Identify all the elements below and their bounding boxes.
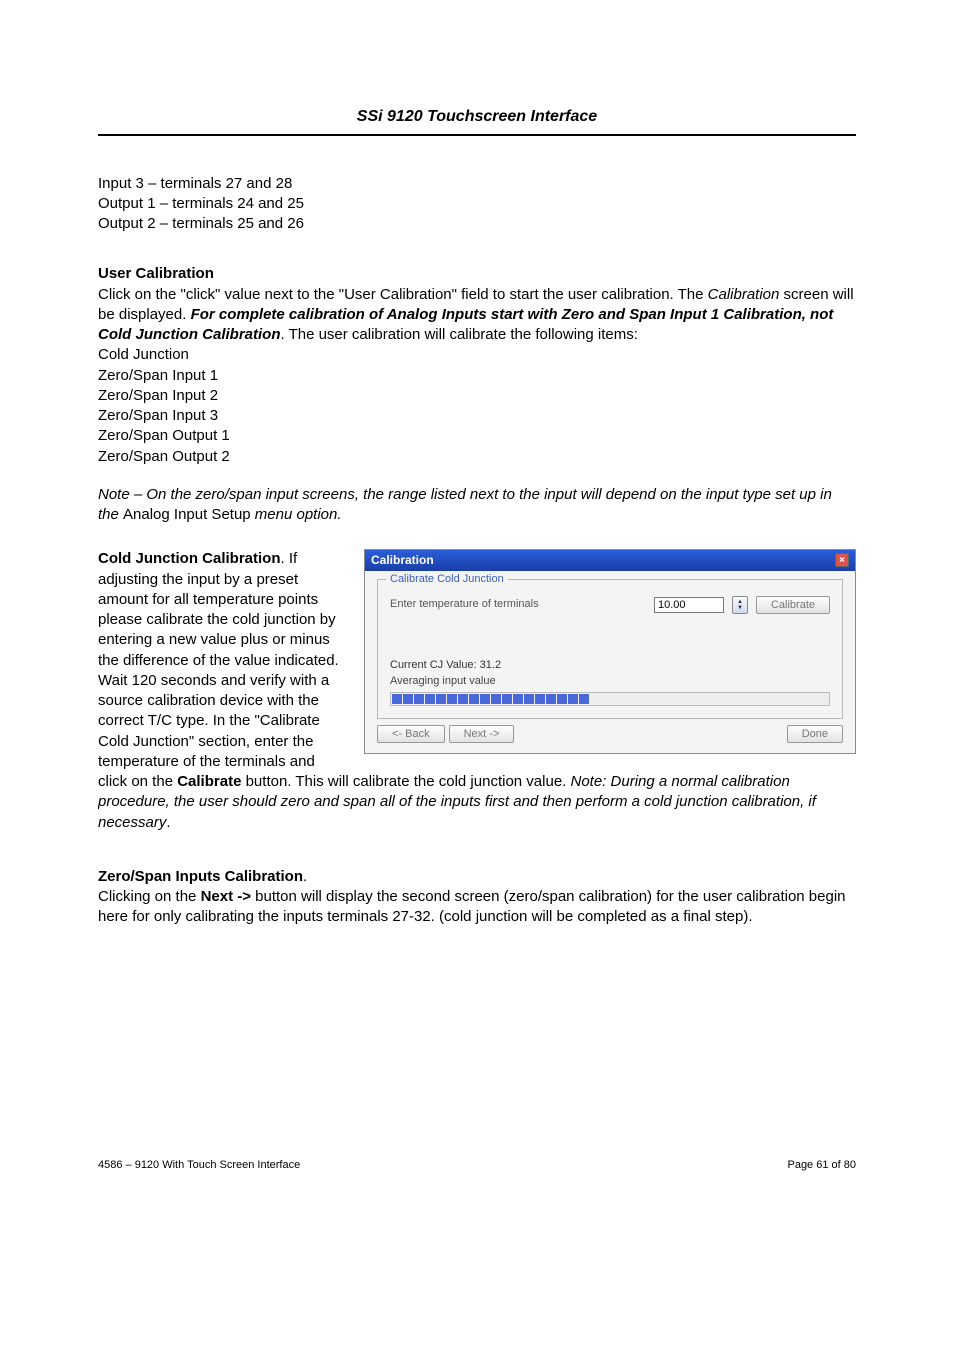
note1-period: . xyxy=(337,506,341,523)
done-button[interactable]: Done xyxy=(787,725,843,743)
zs-next-word: Next -> xyxy=(201,888,251,905)
header-rule xyxy=(98,134,856,136)
uc-p1a: Click on the "click" value next to the "… xyxy=(98,286,708,303)
cj-wrap-text: If adjusting the input by a preset amoun… xyxy=(98,550,339,709)
user-calibration-heading: User Calibration xyxy=(98,264,856,284)
note1-c: menu option xyxy=(251,506,338,523)
zero-span-section: Zero/Span Inputs Calibration. Clicking o… xyxy=(98,867,856,928)
page-footer: 4586 – 9120 With Touch Screen Interface … xyxy=(98,1158,856,1173)
calibrate-button[interactable]: Calibrate xyxy=(756,596,830,614)
uc-p1e: . The user calibration will calibrate th… xyxy=(281,326,638,343)
note-1: Note – On the zero/span input screens, t… xyxy=(98,485,856,526)
dialog-body: Calibrate Cold Junction Enter temperatur… xyxy=(365,571,855,754)
zs-period: . xyxy=(303,868,307,885)
dialog-title: Calibration xyxy=(371,552,434,568)
dialog-button-row: <- Back Next -> Done xyxy=(377,725,843,743)
page-header-title: SSi 9120 Touchscreen Interface xyxy=(98,106,856,128)
calibration-dialog: Calibration × Calibrate Cold Junction En… xyxy=(364,549,856,754)
temperature-label: Enter temperature of terminals xyxy=(390,597,646,612)
zs-a: Clicking on the xyxy=(98,888,201,905)
user-calibration-paragraph: Click on the "click" value next to the "… xyxy=(98,285,856,346)
note1-b: Analog Input Setup xyxy=(123,506,251,523)
cj-note-label: Note: xyxy=(571,773,611,790)
temperature-input[interactable] xyxy=(654,597,724,613)
next-button[interactable]: Next -> xyxy=(449,725,515,743)
uc-item-c: Zero/Span Input 2 xyxy=(98,386,856,406)
intro-line-1: Input 3 – terminals 27 and 28 xyxy=(98,174,856,194)
cj-period: . xyxy=(281,550,289,567)
chevron-down-icon: ▼ xyxy=(737,605,743,611)
zero-span-heading: Zero/Span Inputs Calibration xyxy=(98,868,303,885)
averaging-label: Averaging input value xyxy=(390,674,830,689)
temperature-field-row: Enter temperature of terminals ▲ ▼ Calib… xyxy=(390,596,830,614)
cj-after2: button. This will calibrate the cold jun… xyxy=(241,773,570,790)
cj-calibrate-word: Calibrate xyxy=(177,773,241,790)
uc-item-d: Zero/Span Input 3 xyxy=(98,406,856,426)
intro-line-3: Output 2 – terminals 25 and 26 xyxy=(98,214,856,234)
cj-note-period: . xyxy=(166,814,170,831)
averaging-progress xyxy=(390,692,830,706)
uc-item-a: Cold Junction xyxy=(98,345,856,365)
uc-item-f: Zero/Span Output 2 xyxy=(98,447,856,467)
back-button[interactable]: <- Back xyxy=(377,725,445,743)
uc-item-b: Zero/Span Input 1 xyxy=(98,366,856,386)
uc-p1b: Calibration xyxy=(708,286,780,303)
temperature-stepper[interactable]: ▲ ▼ xyxy=(732,596,748,614)
footer-right: Page 61 of 80 xyxy=(787,1158,856,1173)
fieldset-legend: Calibrate Cold Junction xyxy=(386,572,508,587)
dialog-titlebar: Calibration × xyxy=(365,550,855,570)
close-icon[interactable]: × xyxy=(835,553,849,567)
cold-junction-section: Calibration × Calibrate Cold Junction En… xyxy=(98,549,856,833)
cold-junction-heading: Cold Junction Calibration xyxy=(98,550,281,567)
uc-item-e: Zero/Span Output 1 xyxy=(98,426,856,446)
current-cj-value: Current CJ Value: 31.2 xyxy=(390,658,830,673)
calibrate-fieldset: Calibrate Cold Junction Enter temperatur… xyxy=(377,579,843,720)
footer-left: 4586 – 9120 With Touch Screen Interface xyxy=(98,1158,300,1173)
intro-line-2: Output 1 – terminals 24 and 25 xyxy=(98,194,856,214)
